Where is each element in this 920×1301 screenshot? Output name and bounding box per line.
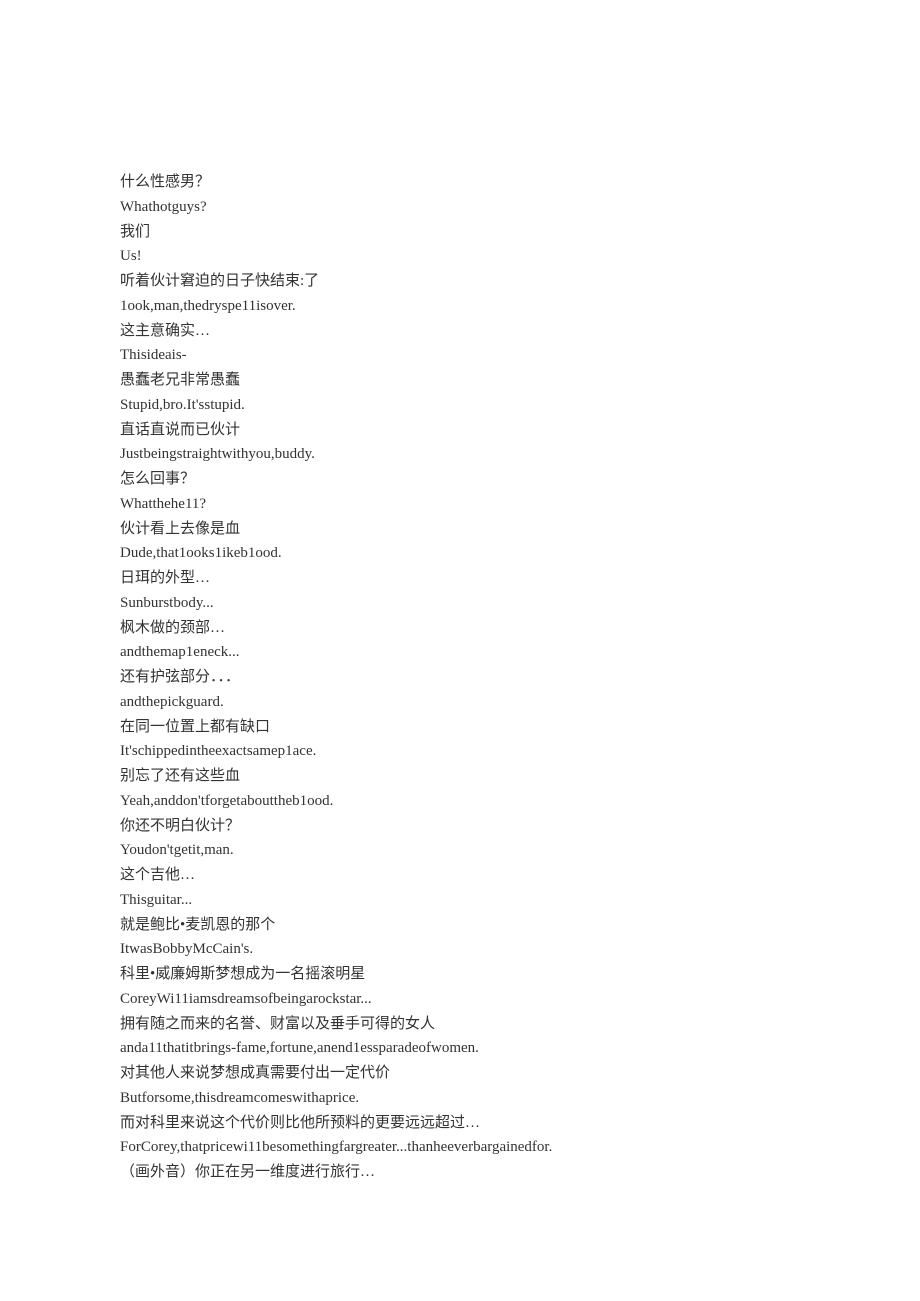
text-line: Butforsome,thisdreamcomeswithaprice. [120,1086,800,1111]
text-line: 就是鲍比•麦凯恩的那个 [120,913,800,938]
text-line: CoreyWi11iamsdreamsofbeingarockstar... [120,987,800,1012]
text-line: （画外音）你正在另一维度进行旅行… [120,1160,800,1185]
text-line: 日珥的外型… [120,566,800,591]
text-line: Yeah,anddon'tforgetabouttheb1ood. [120,789,800,814]
text-line: 怎么回事？ [120,467,800,492]
text-line: 而对科里来说这个代价则比他所预料的更要远远超过… [120,1111,800,1136]
text-line: Whatthehe11? [120,492,800,517]
text-line: Youdon'tgetit,man. [120,838,800,863]
text-line: 在同一位置上都有缺口 [120,715,800,740]
text-line: 枫木做的颈部… [120,616,800,641]
text-line: Dude,that1ooks1ikeb1ood. [120,541,800,566]
text-line: anda11thatitbrings-fame,fortune,anend1es… [120,1036,800,1061]
text-line: Stupid,bro.It'sstupid. [120,393,800,418]
text-line: 我们 [120,220,800,245]
text-body: 什么性感男？Whathotguys?我们Us!听着伙计窘迫的日子快结束:了1oo… [120,170,800,1185]
text-line: 对其他人来说梦想成真需要付出一定代价 [120,1061,800,1086]
text-line: ForCorey,thatpricewi11besomethingfargrea… [120,1135,800,1160]
text-line: 你还不明白伙计？ [120,814,800,839]
text-line: It'schippedintheexactsamep1ace. [120,739,800,764]
text-line: Thisideais- [120,343,800,368]
text-line: 什么性感男？ [120,170,800,195]
text-line: 别忘了还有这些血 [120,764,800,789]
text-line: Sunburstbody... [120,591,800,616]
text-line: 伙计看上去像是血 [120,517,800,542]
text-line: 还有护弦部分．．． [120,665,800,690]
text-line: ItwasBobbyMcCain's. [120,937,800,962]
text-line: Us! [120,244,800,269]
text-line: 听着伙计窘迫的日子快结束:了 [120,269,800,294]
text-line: Justbeingstraightwithyou,buddy. [120,442,800,467]
text-line: Whathotguys? [120,195,800,220]
text-line: 这主意确实… [120,319,800,344]
text-line: Thisguitar... [120,888,800,913]
text-line: 科里•威廉姆斯梦想成为一名摇滚明星 [120,962,800,987]
document-page: 什么性感男？Whathotguys?我们Us!听着伙计窘迫的日子快结束:了1oo… [0,0,920,1285]
text-line: 1ook,man,thedryspe11isover. [120,294,800,319]
text-line: 拥有随之而来的名誉、财富以及垂手可得的女人 [120,1012,800,1037]
text-line: 直话直说而已伙计 [120,418,800,443]
text-line: andthepickguard. [120,690,800,715]
text-line: andthemap1eneck... [120,640,800,665]
text-line: 这个吉他… [120,863,800,888]
text-line: 愚蠢老兄非常愚蠢 [120,368,800,393]
